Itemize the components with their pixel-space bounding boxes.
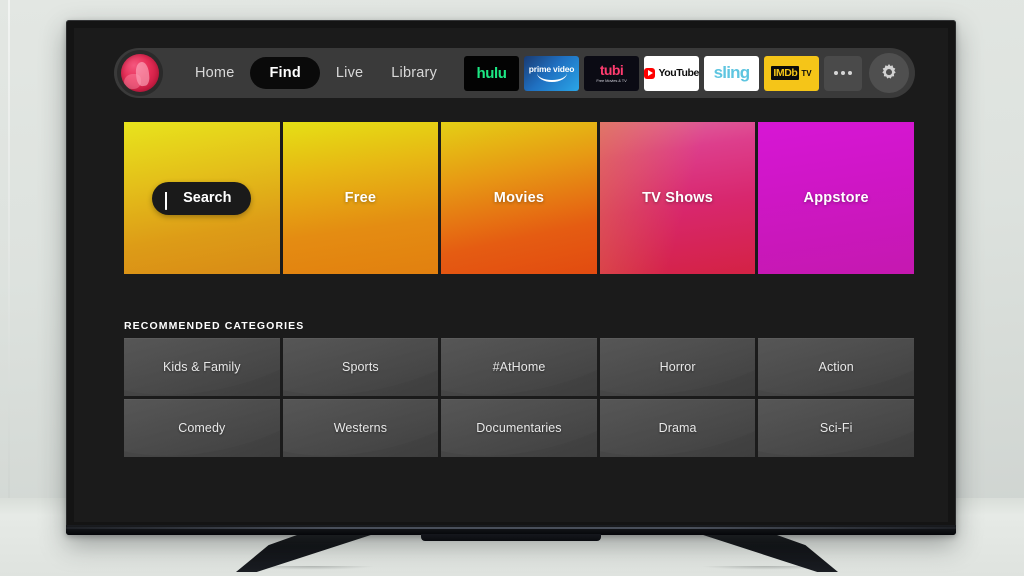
category-label: Horror (659, 360, 696, 374)
tv-bezel-gloss (66, 527, 956, 529)
imdb-tv-suffix: TV (801, 68, 812, 78)
hero-tile-label: Free (344, 190, 377, 206)
category-label: Kids & Family (162, 360, 241, 374)
search-button[interactable]: Search (152, 181, 252, 215)
tv-brand-bump (421, 534, 601, 541)
category-tile-documentaries[interactable]: Documentaries (441, 399, 597, 457)
search-button-label: Search (183, 190, 232, 206)
category-tile-sports[interactable]: Sports (282, 338, 439, 396)
youtube-wordmark: YouTube (658, 67, 699, 79)
hero-tile-label: Appstore (803, 190, 869, 206)
settings-button[interactable] (869, 53, 909, 93)
category-label: Westerns (333, 421, 388, 435)
category-tile-action[interactable]: Action (758, 338, 914, 396)
hero-tile-label: Movies (493, 190, 545, 206)
category-tile-westerns[interactable]: Westerns (282, 399, 439, 457)
category-label: Sci-Fi (819, 421, 853, 435)
category-tile-athome[interactable]: #AtHome (441, 338, 597, 396)
avatar (121, 54, 159, 92)
nav-links: Home Find Live Library (181, 56, 451, 90)
category-label: Documentaries (476, 421, 562, 435)
youtube-play-icon (644, 67, 656, 79)
gear-icon (882, 64, 896, 79)
tubi-wordmark: tubi (599, 62, 624, 78)
category-tile-sci-fi[interactable]: Sci-Fi (758, 399, 914, 457)
sling-wordmark: sling (713, 63, 750, 82)
hero-tile-movies[interactable]: Movies (441, 122, 597, 274)
nav-item-live[interactable]: Live (322, 66, 377, 81)
top-navigation-bar: Home Find Live Library hulu prime video … (114, 48, 915, 98)
hulu-wordmark: hulu (476, 64, 507, 82)
dot-icon (841, 71, 845, 75)
photo-scene: Home Find Live Library hulu prime video … (0, 0, 1024, 576)
nav-item-library[interactable]: Library (377, 66, 451, 81)
hero-tile-label: TV Shows (642, 190, 714, 206)
category-label: Drama (658, 421, 697, 435)
category-tile-kids-family[interactable]: Kids & Family (124, 338, 280, 396)
nav-item-home[interactable]: Home (181, 66, 248, 81)
recommended-categories-heading: RECOMMENDED CATEGORIES (124, 320, 305, 332)
app-tile-prime-video[interactable]: prime video (524, 55, 579, 91)
category-tile-comedy[interactable]: Comedy (124, 399, 280, 457)
category-tile-drama[interactable]: Drama (599, 399, 756, 457)
dot-icon (834, 71, 838, 75)
category-label: #AtHome (492, 360, 546, 374)
app-tile-tubi[interactable]: tubi Free Movies & TV (584, 55, 639, 91)
tubi-tagline: Free Movies & TV (596, 78, 627, 83)
category-grid: Kids & Family Sports #AtHome Horror Acti… (124, 338, 914, 457)
more-apps-button[interactable] (824, 55, 862, 91)
hero-tile-free[interactable]: Free (282, 122, 439, 274)
dot-icon (848, 71, 852, 75)
tv-screen: Home Find Live Library hulu prime video … (74, 28, 948, 522)
app-tile-hulu[interactable]: hulu (464, 55, 519, 91)
television-set: Home Find Live Library hulu prime video … (66, 20, 956, 541)
microphone-icon (165, 191, 174, 210)
hero-tile-appstore[interactable]: Appstore (758, 122, 914, 274)
profile-avatar-button[interactable] (117, 50, 163, 96)
app-shortcut-strip: hulu prime video tubi Free Movies & TV Y… (464, 53, 909, 93)
hero-tile-search[interactable]: Search (124, 122, 280, 274)
category-tile-horror[interactable]: Horror (599, 338, 756, 396)
amazon-smile-icon (536, 73, 567, 82)
category-label: Comedy (178, 421, 226, 435)
app-tile-imdb-tv[interactable]: IMDb TV (764, 55, 819, 91)
app-tile-sling[interactable]: sling (704, 55, 759, 91)
hero-tile-row: Search Free Movies TV Shows Appstore (124, 122, 914, 274)
hero-tile-tv-shows[interactable]: TV Shows (599, 122, 756, 274)
category-label: Action (818, 360, 854, 374)
nav-item-find[interactable]: Find (250, 56, 320, 90)
imdb-wordmark: IMDb (771, 66, 800, 80)
category-label: Sports (342, 360, 379, 374)
app-tile-youtube[interactable]: YouTube (644, 55, 699, 91)
